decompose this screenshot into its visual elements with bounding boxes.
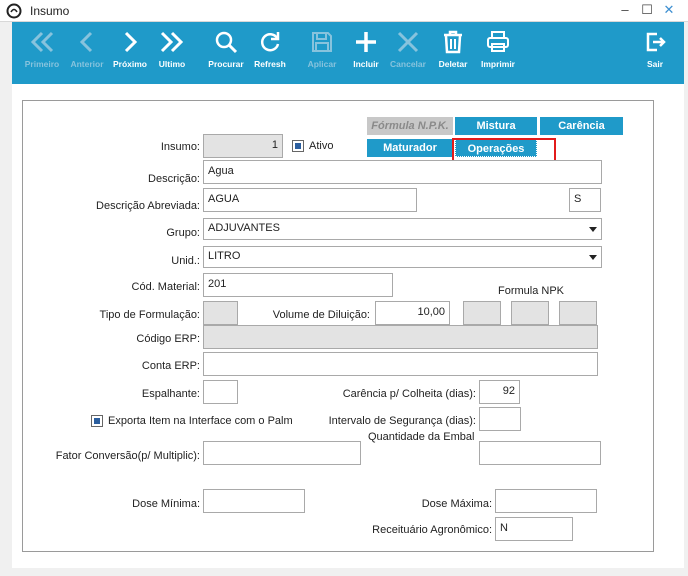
tab-maturador[interactable]: Maturador <box>367 139 453 157</box>
insumo-field[interactable]: 1 <box>203 134 283 158</box>
search-button[interactable]: Procurar <box>206 22 246 84</box>
receituario-field[interactable]: N <box>495 517 573 541</box>
dose-minima-label: Dose Mínima: <box>132 498 200 510</box>
ativo-checkbox[interactable] <box>292 140 304 152</box>
cod-material-field[interactable]: 201 <box>203 273 393 297</box>
tipo-formulacao-field[interactable] <box>203 301 238 325</box>
dose-minima-field[interactable] <box>203 489 305 513</box>
grupo-label: Grupo: <box>166 227 200 239</box>
plus-icon <box>356 32 376 52</box>
previous-button[interactable]: Anterior <box>66 22 108 84</box>
npk-n-field[interactable] <box>463 301 501 325</box>
checkbox-checked-icon <box>295 143 301 149</box>
espalhante-label: Espalhante: <box>141 388 200 400</box>
save-button[interactable]: Aplicar <box>302 22 342 84</box>
intervalo-seguranca-field[interactable] <box>479 407 521 431</box>
codigo-erp-field[interactable] <box>203 325 598 349</box>
minimize-icon[interactable]: – <box>618 2 632 18</box>
carencia-colheita-field[interactable]: 92 <box>479 380 520 404</box>
cancel-button[interactable]: Cancelar <box>388 22 428 84</box>
carencia-colheita-label: Carência p/ Colheita (dias): <box>342 388 476 400</box>
delete-button[interactable]: Deletar <box>434 22 472 84</box>
descricao-field[interactable]: Agua <box>203 160 602 184</box>
chevron-left-icon <box>79 31 93 53</box>
add-button[interactable]: Incluir <box>346 22 386 84</box>
volume-diluicao-label: Volume de Diluição: <box>272 309 370 321</box>
cod-material-label: Cód. Material: <box>131 281 200 293</box>
save-icon <box>312 32 332 52</box>
npk-k-field[interactable] <box>559 301 597 325</box>
unid-select[interactable]: LITRO <box>203 246 602 268</box>
refresh-icon <box>260 32 280 52</box>
dose-maxima-label: Dose Máxima: <box>421 498 492 510</box>
tipo-formulacao-label: Tipo de Formulação: <box>99 309 200 321</box>
insumo-label: Insumo: <box>160 141 200 153</box>
refresh-button[interactable]: Refresh <box>250 22 290 84</box>
exit-button[interactable]: Sair <box>640 22 670 84</box>
receituario-label: Receituário Agronômico: <box>372 524 492 536</box>
exporta-label: Exporta Item na Interface com o Palm <box>108 415 293 427</box>
conta-erp-label: Conta ERP: <box>141 360 200 372</box>
window-title: Insumo <box>30 4 70 18</box>
search-icon <box>215 31 238 54</box>
checkbox-checked-icon <box>94 418 100 424</box>
tab-carencia[interactable]: Carência <box>540 117 623 135</box>
print-button[interactable]: Imprimir <box>478 22 518 84</box>
descricao-label: Descrição: <box>148 173 200 185</box>
npk-p-field[interactable] <box>511 301 549 325</box>
window-titlebar: Insumo – ☐ ✕ <box>0 0 688 22</box>
fator-conversao-label: Fator Conversão(p/ Multiplic): <box>55 450 200 462</box>
dose-maxima-field[interactable] <box>495 489 597 513</box>
tab-mistura[interactable]: Mistura <box>455 117 537 135</box>
grupo-select[interactable]: ADJUVANTES <box>203 218 602 240</box>
last-button[interactable]: Ultimo <box>154 22 190 84</box>
conta-erp-field[interactable] <box>203 352 598 376</box>
flag-field[interactable]: S <box>569 188 601 212</box>
intervalo-seguranca-label: Intervalo de Segurança (dias): <box>328 415 476 427</box>
close-icon[interactable]: ✕ <box>662 2 676 18</box>
chevron-down-icon <box>589 227 597 232</box>
fator-conversao-field[interactable] <box>203 441 361 465</box>
formula-npk-label: Formula NPK <box>498 285 565 297</box>
descricao-abreviada-label: Descrição Abreviada: <box>96 200 200 212</box>
tab-formula-npk[interactable]: Fórmula N.P.K. <box>367 117 453 135</box>
espalhante-field[interactable] <box>203 380 238 404</box>
maximize-icon[interactable]: ☐ <box>640 2 654 18</box>
quantidade-embal-label: Quantidade da Embal <box>368 431 475 443</box>
unid-label: Unid.: <box>171 255 200 267</box>
cancel-icon <box>397 31 419 53</box>
volume-diluicao-field[interactable]: 10,00 <box>375 301 450 325</box>
exit-icon <box>646 32 666 52</box>
codigo-erp-label: Código ERP: <box>136 333 200 345</box>
double-chevron-right-icon <box>160 31 184 53</box>
grupo-select-value: ADJUVANTES <box>208 222 280 234</box>
next-button[interactable]: Próximo <box>110 22 150 84</box>
trash-icon <box>444 30 462 54</box>
printer-icon <box>487 31 509 52</box>
ativo-label: Ativo <box>309 140 334 152</box>
descricao-abreviada-field[interactable]: AGUA <box>203 188 417 212</box>
chevron-right-icon <box>124 31 138 53</box>
app-icon <box>6 3 22 19</box>
unid-select-value: LITRO <box>208 250 241 262</box>
exporta-checkbox[interactable] <box>91 415 103 427</box>
first-button[interactable]: Primeiro <box>22 22 62 84</box>
double-chevron-left-icon <box>30 31 54 53</box>
chevron-down-icon <box>589 255 597 260</box>
quantidade-embal-field[interactable] <box>479 441 601 465</box>
toolbar: Primeiro Anterior Próximo Ultimo Procura… <box>12 22 684 84</box>
